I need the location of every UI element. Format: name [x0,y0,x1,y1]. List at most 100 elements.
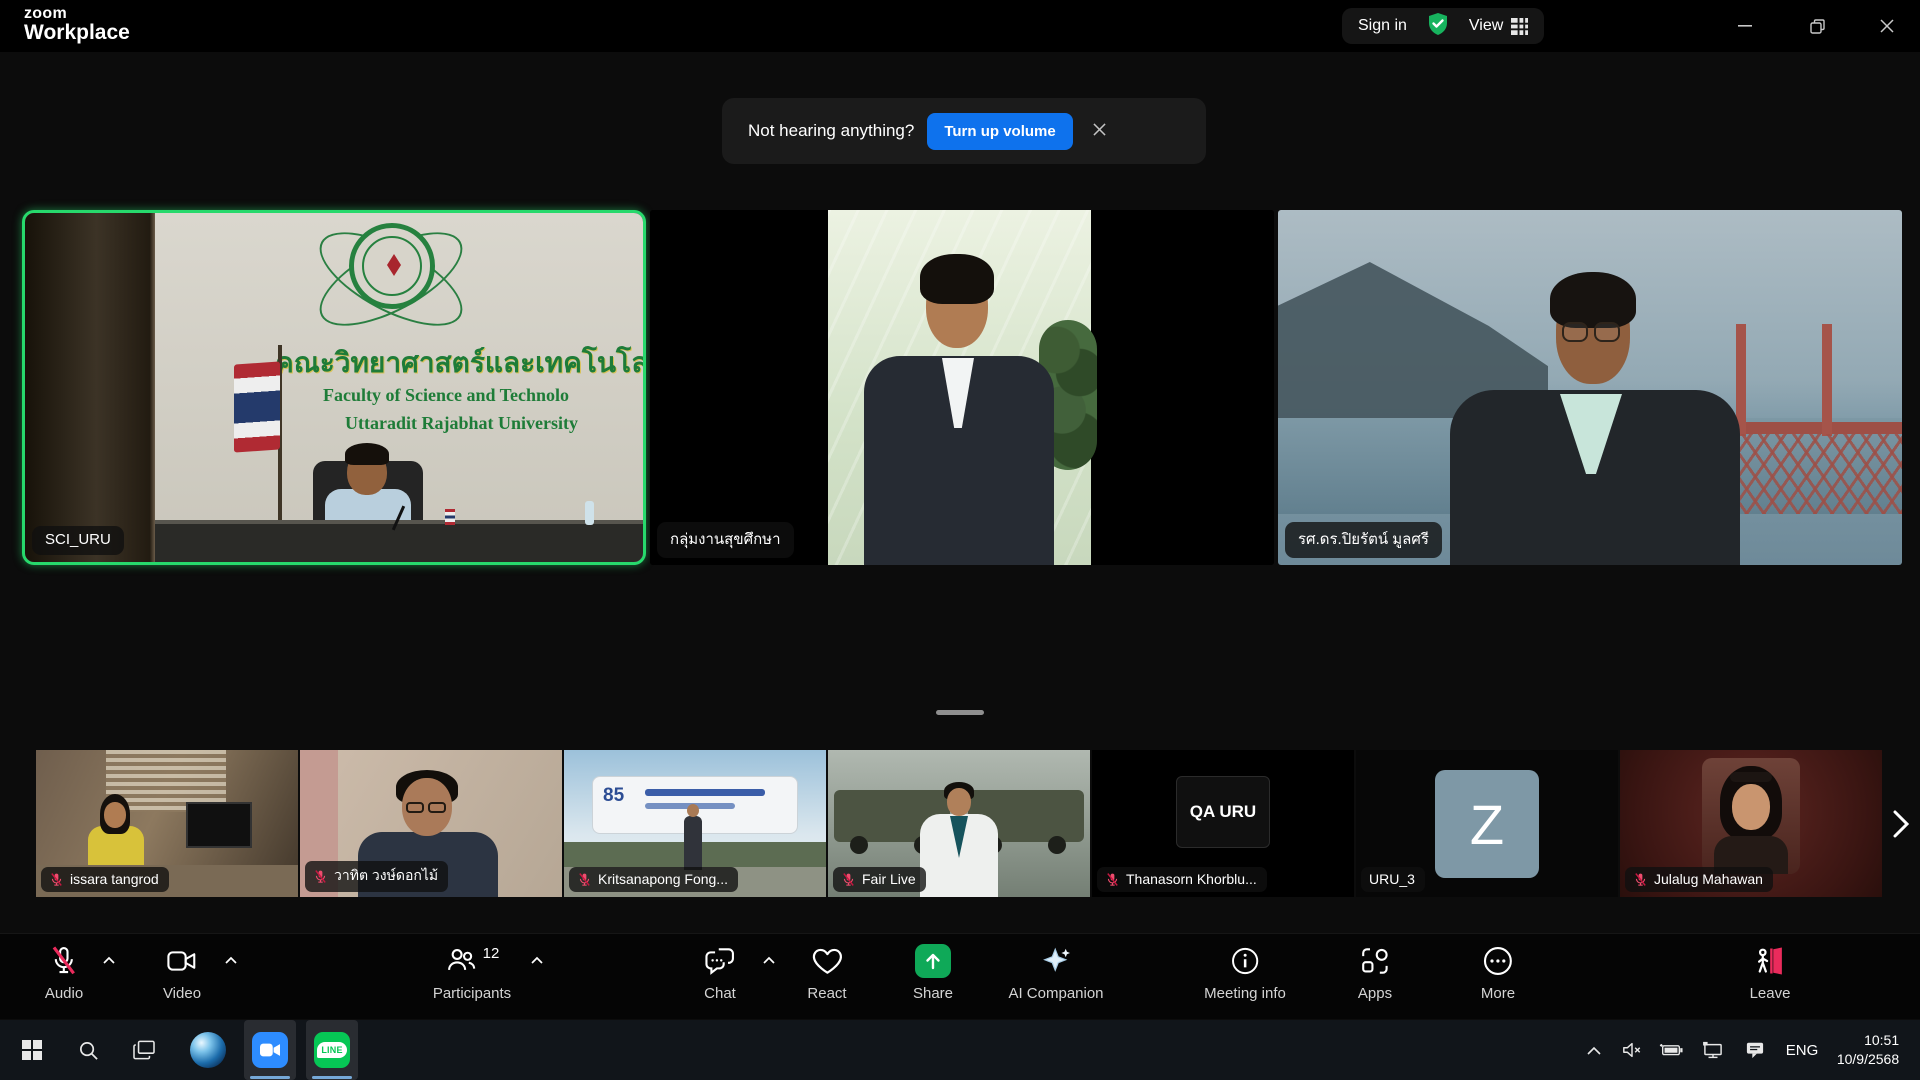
security-shield-icon [1427,12,1449,41]
filmstrip-tile-uru3[interactable]: Z URU_3 [1356,750,1618,897]
avatar: Z [1435,770,1539,878]
tray-network[interactable] [1694,1020,1732,1080]
share-screen-icon [915,944,951,978]
zoom-workplace-logo: zoom Workplace [24,6,130,44]
leave-button[interactable]: Leave [1750,944,1791,1002]
zoom-app-button[interactable] [244,1020,296,1080]
apps-icon [1359,944,1391,978]
participant-name-label: URU_3 [1361,867,1425,892]
clock-time: 10:51 [1837,1031,1899,1050]
filmstrip-tile-kritsanapong[interactable]: 85 Kritsanapong Fong... [564,750,826,897]
battery-charging-icon [1659,1042,1683,1058]
participants-count: 12 [483,945,500,962]
close-icon [1093,123,1106,136]
more-button[interactable]: More [1481,944,1515,1002]
tray-overflow-chevron[interactable] [1578,1020,1610,1080]
muted-mic-icon [841,872,856,887]
participant-name-label: รศ.ดร.ปิยรัตน์ มูลศรี [1285,522,1442,558]
university-crest [349,223,435,309]
banner-close-button[interactable] [1089,119,1110,143]
react-button[interactable]: React [807,944,846,1002]
ai-companion-button[interactable]: AI Companion [1008,944,1103,1002]
taskbar-search-button[interactable] [64,1020,112,1080]
share-button[interactable]: Share [913,944,953,1002]
windows-taskbar: LINE ENG 10:51 10/9/2568 [0,1020,1920,1080]
thai-flag [234,361,280,452]
info-icon [1230,944,1260,978]
tray-clock[interactable]: 10:51 10/9/2568 [1828,1020,1908,1080]
chat-icon [704,944,736,978]
video-grid: คณะวิทยาศาสตร์และเทคโนโล Faculty of Scie… [22,210,1902,565]
next-participants-arrow[interactable] [1884,802,1918,846]
participants-icon: 12 [445,944,500,978]
participants-options-chevron[interactable] [530,952,544,970]
clock-date: 10/9/2568 [1837,1050,1899,1069]
windows-logo-icon [22,1040,42,1060]
title-bar: zoom Workplace Sign in View [0,0,1920,52]
sign-in-button[interactable]: Sign in [1358,17,1407,35]
meeting-toolbar: Audio Video [0,933,1920,1019]
video-options-chevron[interactable] [224,952,238,970]
turn-up-volume-button[interactable]: Turn up volume [927,113,1072,150]
muted-mic-icon [49,872,64,887]
filmstrip-tile-julalug[interactable]: Julalug Mahawan [1620,750,1882,897]
participant-name-label: issara tangrod [41,867,169,892]
task-view-button[interactable] [120,1020,168,1080]
chevron-up-icon [1586,1045,1602,1056]
audio-button[interactable]: Audio [45,944,83,1002]
video-tile-piyarat[interactable]: รศ.ดร.ปิยรัตน์ มูลศรี [1278,210,1902,565]
tray-volume-muted[interactable] [1614,1020,1650,1080]
start-button[interactable] [8,1020,56,1080]
muted-mic-icon [577,872,592,887]
sign-english-text-2: Uttaradit Rajabhat University [345,413,578,434]
participant-name-label: SCI_URU [32,526,124,555]
apps-button[interactable]: Apps [1358,944,1392,1002]
filmstrip-tile-fair-live[interactable]: Fair Live [828,750,1090,897]
speaker-muted-icon [1622,1041,1642,1059]
filmstrip-tile-thanasorn[interactable]: QA URU Thanasorn Khorblu... [1092,750,1354,897]
participants-button[interactable]: 12 Participants [433,944,511,1002]
task-view-icon [133,1040,155,1060]
participant-name-label: กลุ่มงานสุขศึกษา [657,522,794,558]
notification-message-icon [1745,1041,1765,1059]
restore-button[interactable] [1788,0,1846,52]
close-window-button[interactable] [1858,0,1916,52]
tray-notifications[interactable] [1736,1020,1774,1080]
muted-mic-icon [313,869,328,884]
participant-filmstrip: issara tangrod วาทิต วงษ์ดอกไม้ 85 Krits… [36,750,1882,897]
mic-muted-icon [49,944,79,978]
video-feed [650,210,1274,565]
video-tile-sci-uru[interactable]: คณะวิทยาศาสตร์และเทคโนโล Faculty of Scie… [22,210,646,565]
view-button[interactable]: View [1469,17,1528,35]
line-app-button[interactable]: LINE [306,1020,358,1080]
video-tile-health-education-group[interactable]: กลุ่มงานสุขศึกษา [650,210,1274,565]
heart-icon [811,944,843,978]
view-label: View [1469,17,1503,35]
audio-notification-banner: Not hearing anything? Turn up volume [722,98,1206,164]
avatar [1702,758,1800,874]
ethernet-network-icon [1702,1041,1724,1059]
participant-name-label: Thanasorn Khorblu... [1097,867,1267,892]
browser-app-button[interactable] [182,1020,234,1080]
filmstrip-tile-wathit[interactable]: วาทิต วงษ์ดอกไม้ [300,750,562,897]
tray-battery[interactable] [1652,1020,1690,1080]
sign-english-text-1: Faculty of Science and Technolo [323,385,569,406]
line-app-icon: LINE [314,1032,350,1068]
participant-name-label: Fair Live [833,867,926,892]
logo-zoom-text: zoom [24,6,130,22]
participant-name-label: Julalug Mahawan [1625,867,1773,892]
audio-options-chevron[interactable] [102,952,116,970]
filmstrip-tile-issara[interactable]: issara tangrod [36,750,298,897]
chat-button[interactable]: Chat [704,944,736,1002]
video-button[interactable]: Video [163,944,201,1002]
meeting-info-button[interactable]: Meeting info [1204,944,1286,1002]
grid-view-icon [1511,18,1528,35]
zoom-meeting-window: zoom Workplace Sign in View Not hearing … [0,0,1920,1080]
muted-mic-icon [1633,872,1648,887]
tray-language[interactable]: ENG [1778,1020,1826,1080]
minimize-button[interactable] [1716,0,1774,52]
participant-name-label: วาทิต วงษ์ดอกไม้ [305,861,448,892]
chat-options-chevron[interactable] [762,952,776,970]
more-ellipsis-icon [1482,944,1514,978]
grid-resize-handle[interactable] [936,710,984,715]
